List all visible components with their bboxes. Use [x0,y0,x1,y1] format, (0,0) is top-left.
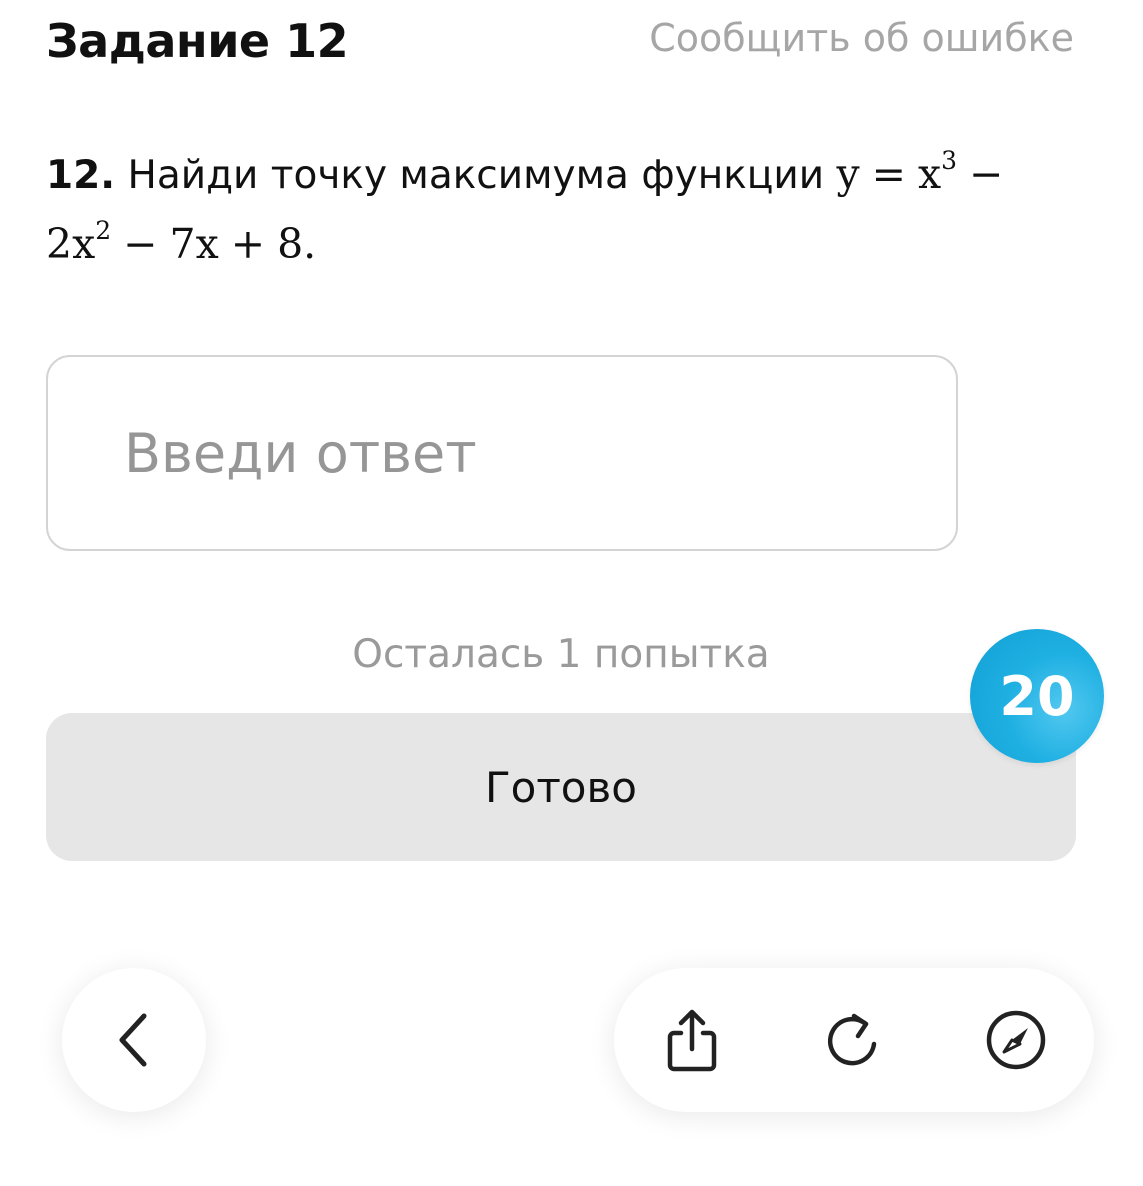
chevron-left-icon [114,1010,154,1070]
problem-statement: 12. Найди точку максимума функции y = x3−2… [46,140,1046,280]
reload-button[interactable] [816,1004,888,1076]
formula-y: y [836,150,860,198]
formula-x-2: x [72,220,96,268]
answer-input[interactable] [46,355,958,551]
formula-exp-3: 3 [941,146,958,176]
problem-number: 12. [46,153,116,198]
compass-button[interactable] [980,1004,1052,1076]
browser-toolbar [614,968,1094,1112]
formula-minus-1: − [969,150,1004,198]
problem-text: Найди точку максимума функции [127,153,825,198]
formula-plus: + [230,220,266,268]
formula-x: x [917,150,942,198]
formula-const: 8 [277,220,304,268]
formula-coef-2: 2 [46,220,73,268]
formula-exp-2: 2 [95,216,112,246]
page-title: Задание 12 [46,14,349,68]
share-icon [662,1007,722,1073]
share-button[interactable] [656,1004,728,1076]
back-button[interactable] [62,968,206,1112]
counter-badge: 20 [970,629,1104,763]
formula-equals: = [871,150,906,198]
formula-minus-2: − [123,220,158,268]
done-button[interactable]: Готово [46,713,1076,861]
formula-end: . [303,220,317,268]
report-error-link[interactable]: Сообщить об ошибке [649,16,1074,60]
compass-icon [984,1008,1048,1072]
formula-term-7x: 7x [169,220,219,268]
attempts-remaining: Осталась 1 попытка [352,632,770,677]
reload-icon [820,1008,884,1072]
